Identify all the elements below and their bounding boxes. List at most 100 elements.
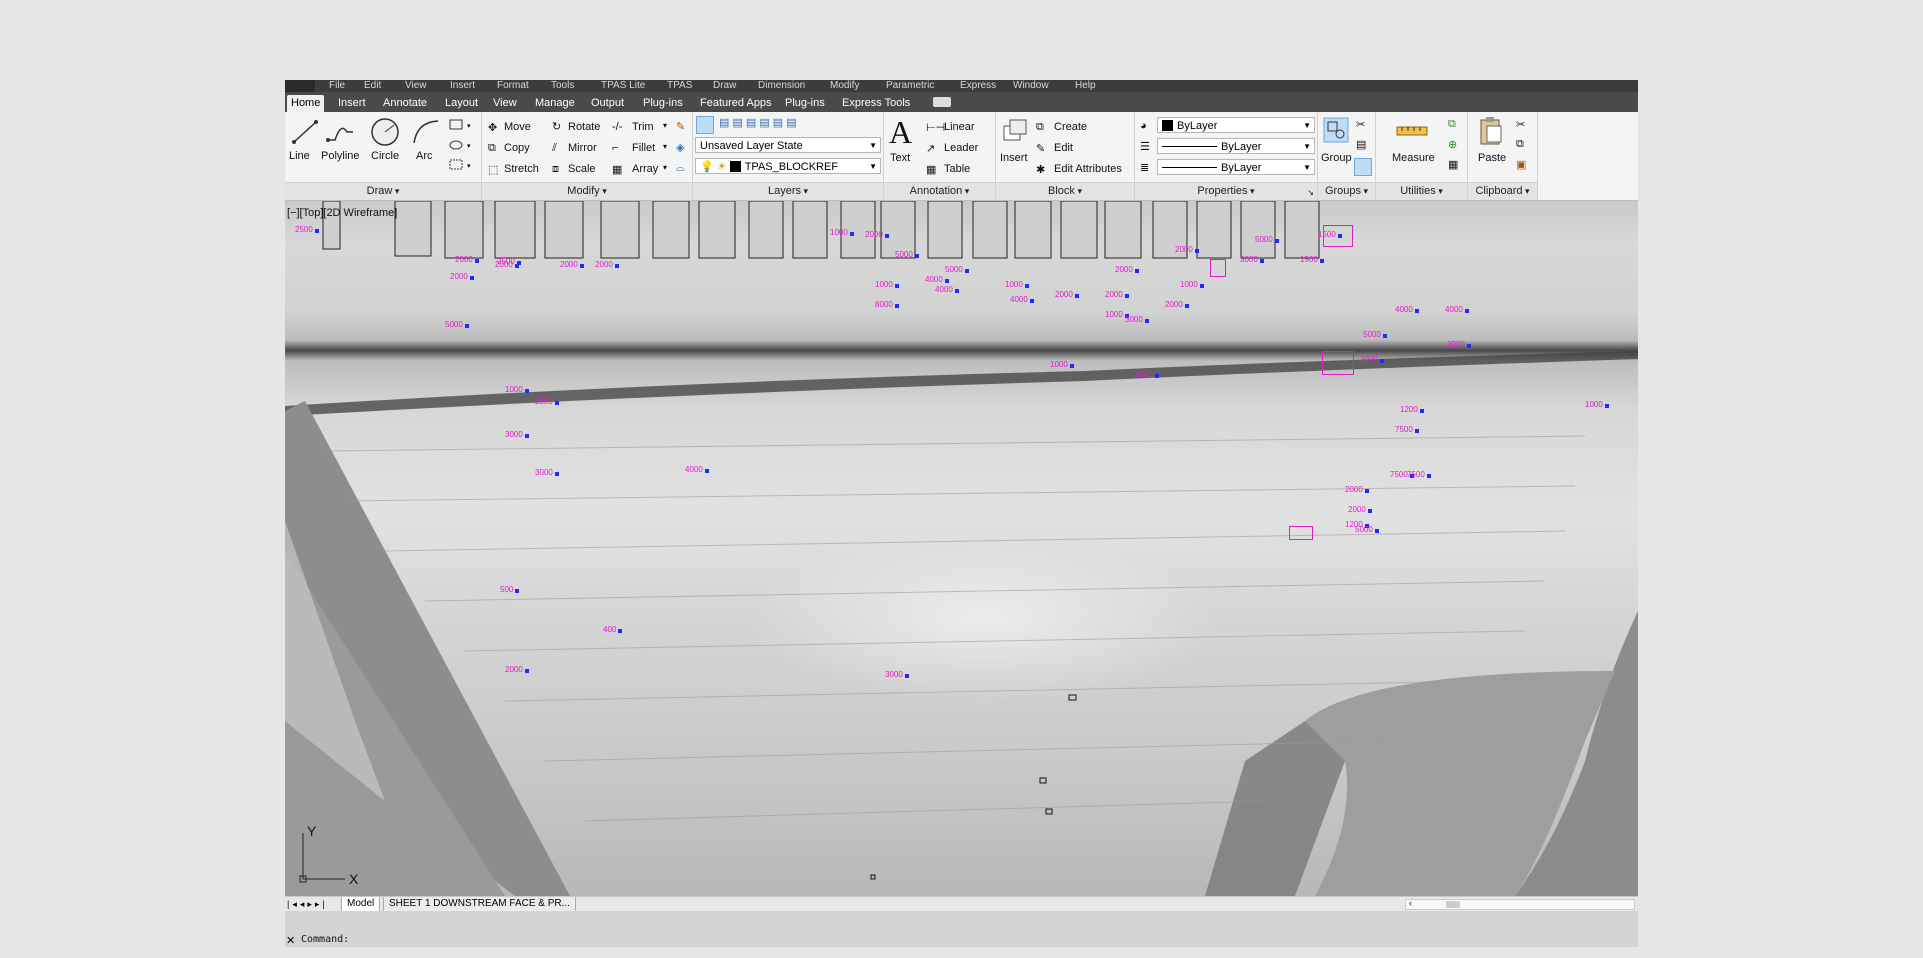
trim-button[interactable]: Trim bbox=[632, 121, 654, 133]
markup-label[interactable]: 3000 bbox=[885, 671, 909, 679]
markup-label[interactable]: 1000 bbox=[1180, 281, 1204, 289]
fillet-button[interactable]: Fillet bbox=[632, 142, 655, 154]
ungroup-icon[interactable]: ✂ bbox=[1356, 118, 1365, 131]
tab-plug-ins-2[interactable]: Plug-ins bbox=[785, 95, 825, 112]
markup-label[interactable]: 2000 bbox=[1348, 506, 1372, 514]
polyline-icon[interactable] bbox=[325, 118, 355, 151]
markup-label[interactable]: 5000 bbox=[1355, 526, 1379, 534]
array-button[interactable]: Array bbox=[632, 163, 658, 175]
erase-icon[interactable]: ✎ bbox=[676, 120, 685, 133]
hatch-icon[interactable]: ▾ bbox=[448, 138, 476, 157]
tab-model[interactable]: Model bbox=[341, 897, 381, 912]
create-button[interactable]: Create bbox=[1054, 121, 1087, 133]
groups-panel-title[interactable]: Groups bbox=[1318, 182, 1375, 200]
tab-home[interactable]: Home bbox=[287, 95, 325, 112]
match-icon[interactable]: ▣ bbox=[1516, 158, 1526, 171]
leader-button[interactable]: Leader bbox=[944, 142, 978, 154]
markup-label[interactable]: 2000 bbox=[505, 666, 529, 674]
command-line[interactable]: ✕ Command: bbox=[285, 911, 1638, 947]
menu-express[interactable]: Express bbox=[960, 80, 996, 92]
menu-dimension[interactable]: Dimension bbox=[758, 80, 805, 92]
color-dropdown[interactable]: ByLayer ▼ bbox=[1157, 117, 1315, 133]
markup-label[interactable]: 4000 bbox=[1445, 306, 1469, 314]
move-button[interactable]: Move bbox=[504, 121, 531, 133]
markup-label[interactable]: 2000 bbox=[560, 261, 584, 269]
arc-button[interactable]: Arc bbox=[416, 150, 433, 162]
explode-icon[interactable]: ◈ bbox=[676, 141, 684, 154]
table-button[interactable]: Table bbox=[944, 163, 970, 175]
circle-icon[interactable] bbox=[369, 116, 401, 153]
menu-format[interactable]: Format bbox=[497, 80, 529, 92]
array-dropdown-icon[interactable]: ▾ bbox=[663, 163, 667, 172]
dialog-launcher-icon[interactable]: ↘ bbox=[1307, 188, 1314, 197]
markup-label[interactable]: 1000 bbox=[1050, 361, 1074, 369]
scrollbar-thumb[interactable] bbox=[1446, 901, 1460, 908]
menu-tpas[interactable]: TPAS bbox=[667, 80, 692, 92]
tab-view[interactable]: View bbox=[493, 95, 517, 112]
mirror-button[interactable]: Mirror bbox=[568, 142, 597, 154]
tab-insert[interactable]: Insert bbox=[338, 95, 366, 112]
properties-panel-title[interactable]: Properties bbox=[1135, 182, 1317, 200]
lineweight-dropdown[interactable]: ByLayer ▼ bbox=[1157, 159, 1315, 175]
markup-label[interactable]: 1000 bbox=[1105, 311, 1129, 319]
close-icon[interactable]: ✕ bbox=[286, 934, 295, 947]
ribbon-minimize-toggle[interactable] bbox=[933, 97, 951, 107]
command-prompt[interactable]: Command: bbox=[301, 934, 349, 945]
circle-button[interactable]: Circle bbox=[371, 150, 399, 162]
text-button[interactable]: Text bbox=[890, 152, 910, 164]
menu-help[interactable]: Help bbox=[1075, 80, 1096, 92]
edit-attributes-button[interactable]: Edit Attributes bbox=[1054, 163, 1122, 175]
group-edit-icon[interactable]: ▤ bbox=[1356, 138, 1366, 151]
trim-dropdown-icon[interactable]: ▾ bbox=[663, 121, 667, 130]
drawing-viewport[interactable]: [−][Top][2D Wireframe] 2500 2000 2000 20… bbox=[285, 201, 1638, 896]
linetype-dropdown[interactable]: ByLayer ▼ bbox=[1157, 138, 1315, 154]
markup-label[interactable]: 3000 bbox=[505, 431, 529, 439]
markup-label[interactable]: 2000 bbox=[535, 398, 559, 406]
markup-label[interactable]: 5000 bbox=[445, 321, 469, 329]
markup-label[interactable]: 3000 bbox=[1360, 356, 1384, 364]
tab-manage[interactable]: Manage bbox=[535, 95, 575, 112]
measure-button[interactable]: Measure bbox=[1392, 152, 1435, 164]
layer-tools-icon[interactable]: ▤ ▤ ▤ ▤ ▤ ▤ bbox=[719, 116, 797, 129]
menu-file[interactable]: File bbox=[329, 80, 345, 92]
menu-tpas-lite[interactable]: TPAS Lite bbox=[601, 80, 645, 92]
layer-dropdown[interactable]: 💡 ☀ TPAS_BLOCKREF ▼ bbox=[695, 158, 881, 174]
markup-label[interactable]: 2000 bbox=[450, 273, 474, 281]
menu-edit[interactable]: Edit bbox=[364, 80, 381, 92]
markup-label[interactable]: 5000 bbox=[1255, 236, 1279, 244]
markup-label[interactable]: 5000 bbox=[895, 251, 919, 259]
paste-button[interactable]: Paste bbox=[1478, 152, 1506, 164]
annotation-panel-title[interactable]: Annotation bbox=[884, 182, 995, 200]
menu-modify[interactable]: Modify bbox=[830, 80, 859, 92]
markup-label[interactable]: 4000 bbox=[1010, 296, 1034, 304]
quick-select-icon[interactable]: ⧉ bbox=[1448, 118, 1456, 131]
menu-tools[interactable]: Tools bbox=[551, 80, 574, 92]
arc-icon[interactable] bbox=[411, 118, 441, 151]
markup-label[interactable]: 4000 bbox=[1395, 306, 1419, 314]
layer-properties-icon[interactable] bbox=[696, 116, 714, 134]
linear-button[interactable]: Linear bbox=[944, 121, 975, 133]
block-panel-title[interactable]: Block bbox=[996, 182, 1134, 200]
layer-state-dropdown[interactable]: Unsaved Layer State ▼ bbox=[695, 137, 881, 153]
rotate-button[interactable]: Rotate bbox=[568, 121, 600, 133]
match-properties-icon[interactable]: ◕ bbox=[1140, 120, 1147, 132]
line-icon[interactable] bbox=[291, 118, 319, 151]
markup-box[interactable] bbox=[1322, 351, 1354, 375]
markup-label[interactable]: 2000 bbox=[595, 261, 619, 269]
markup-label[interactable]: 2000 bbox=[1345, 486, 1369, 494]
markup-label[interactable]: 5000 bbox=[1363, 331, 1387, 339]
markup-label[interactable]: 2000 bbox=[1165, 301, 1189, 309]
markup-label[interactable]: 1000 bbox=[1005, 281, 1029, 289]
markup-label[interactable]: 7500 bbox=[1407, 471, 1431, 479]
markup-label[interactable]: 1500 bbox=[1300, 256, 1324, 264]
copy-button[interactable]: Copy bbox=[504, 142, 530, 154]
tab-output[interactable]: Output bbox=[591, 95, 624, 112]
menu-window[interactable]: Window bbox=[1013, 80, 1049, 92]
rectangle-icon[interactable]: ▾ bbox=[448, 118, 476, 137]
group-button[interactable]: Group bbox=[1321, 152, 1352, 164]
copy-clip-icon[interactable]: ⧉ bbox=[1516, 138, 1524, 151]
viewport-controls-label[interactable]: [−][Top][2D Wireframe] bbox=[287, 207, 397, 219]
polyline-button[interactable]: Polyline bbox=[321, 150, 360, 162]
markup-label[interactable]: 2000 bbox=[1105, 291, 1129, 299]
markup-label[interactable]: 1000 bbox=[830, 229, 854, 237]
